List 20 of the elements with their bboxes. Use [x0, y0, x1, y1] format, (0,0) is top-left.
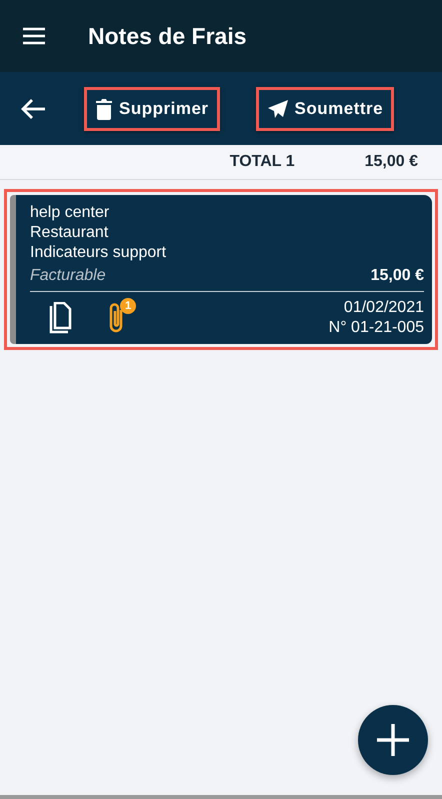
- submit-button[interactable]: Soumettre: [256, 86, 394, 130]
- menu-icon[interactable]: [22, 27, 46, 45]
- trash-icon: [95, 98, 113, 120]
- add-button[interactable]: [358, 705, 428, 775]
- expense-amount: 15,00 €: [370, 267, 424, 285]
- attachment-count-badge: 1: [120, 298, 136, 314]
- billing-status: Facturable: [30, 267, 106, 285]
- paper-plane-icon: [266, 98, 289, 118]
- expense-card[interactable]: help center Restaurant Indicateurs support Facturable 15,00 € 1 01/02/2021 N° 01-21-005: [10, 195, 432, 344]
- plus-icon: [376, 723, 410, 757]
- expense-detail: Indicateurs support: [30, 243, 168, 263]
- total-label: TOTAL 1: [230, 153, 295, 171]
- expense-date: 01/02/2021: [344, 298, 424, 318]
- expense-detail: Restaurant: [30, 223, 110, 243]
- delete-button[interactable]: Supprimer: [84, 86, 220, 130]
- expense-detail: help center: [30, 203, 110, 223]
- back-arrow-icon[interactable]: [20, 98, 46, 120]
- expense-number: N° 01-21-005: [328, 318, 424, 338]
- screen-title: Notes de Frais: [88, 22, 246, 50]
- total-amount: 15,00 €: [364, 153, 418, 171]
